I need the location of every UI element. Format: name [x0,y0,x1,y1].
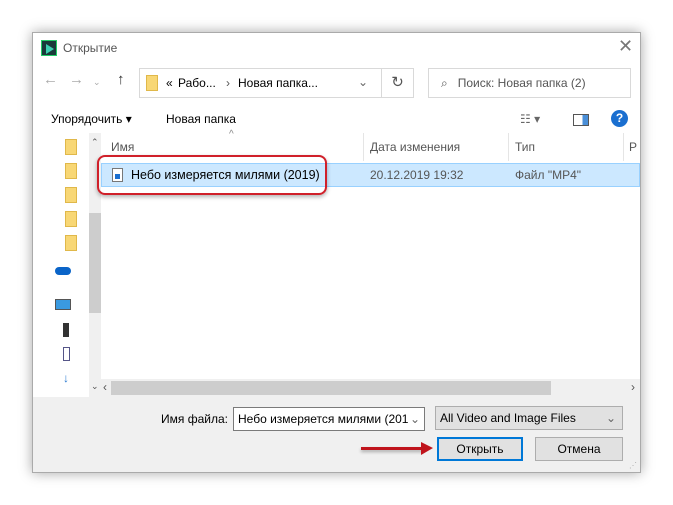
file-type: Файл "MP4" [515,168,582,182]
folder-icon [65,211,77,227]
scroll-left-icon[interactable]: ‹ [103,380,107,394]
window-title: Открытие [63,41,118,55]
help-icon[interactable]: ? [611,110,628,127]
scroll-right-icon[interactable]: › [631,380,635,394]
horizontal-scrollbar-thumb[interactable] [111,381,551,395]
up-icon[interactable]: ↑ [117,71,125,88]
column-header-size[interactable]: Р [629,140,637,154]
downloads-icon: ↓ [63,371,69,385]
address-dropdown-icon[interactable]: ⌄ [358,75,368,89]
address-bar[interactable]: « Рабо... › Новая папка... ⌄ [139,68,414,98]
documents-icon [63,347,70,361]
column-divider[interactable] [363,133,364,161]
open-file-dialog: Открытие ✕ ← → ⌄ ↑ « Рабо... › Новая пап… [32,32,641,473]
cancel-button[interactable]: Отмена [535,437,623,461]
arrow-annotation [361,447,423,450]
search-input[interactable]: ⌕ Поиск: Новая папка (2) [428,68,631,98]
scroll-up-icon[interactable]: ⌃ [91,137,99,148]
app-icon [41,40,57,56]
recent-dropdown-icon[interactable]: ⌄ [93,77,101,88]
file-type-value: All Video and Image Files [440,411,576,425]
filename-input[interactable]: Небо измеряется милями (201 ⌄ [233,407,425,431]
column-header-type[interactable]: Тип [515,140,535,154]
refresh-button[interactable]: ↻ [381,68,414,98]
folder-icon [65,187,77,203]
folder-icon [146,75,158,91]
column-header-name[interactable]: Имя [111,140,134,154]
breadcrumb-2[interactable]: Новая папка... [238,76,318,90]
highlight-annotation [97,155,327,195]
arrow-head-icon [421,442,433,455]
search-placeholder: Поиск: Новая папка (2) [457,76,586,90]
column-header-date[interactable]: Дата изменения [370,140,460,154]
address-prefix: « [166,76,173,90]
column-divider[interactable] [623,133,624,161]
resize-grip-icon[interactable]: ⋰ [629,461,637,470]
sort-asc-icon: ^ [229,129,234,140]
bottom-panel: Имя файла: Небо измеряется милями (201 ⌄ … [33,397,640,472]
back-icon[interactable]: ← [43,71,58,88]
chevron-down-icon[interactable]: ⌄ [410,408,420,430]
filename-value: Небо измеряется милями (201 [238,412,409,426]
organize-button[interactable]: Упорядочить ▾ [51,112,132,126]
nav-scrollbar-thumb[interactable] [89,213,101,313]
new-folder-button[interactable]: Новая папка [166,112,236,126]
folder-icon [65,139,77,155]
chevron-down-icon: ⌄ [605,411,616,425]
this-pc-icon [55,299,71,310]
breadcrumb-1[interactable]: Рабо... [178,76,216,90]
folder-icon [65,235,77,251]
scroll-down-icon[interactable]: ⌄ [91,381,99,392]
folder-icon [65,163,77,179]
close-icon[interactable]: ✕ [618,36,633,57]
breadcrumb-sep: › [226,76,230,90]
onedrive-icon [55,267,71,275]
open-button[interactable]: Открыть [437,437,523,461]
file-date: 20.12.2019 19:32 [370,168,464,182]
forward-icon[interactable]: → [69,71,84,88]
preview-pane-icon[interactable] [573,114,589,126]
filename-label: Имя файла: [161,412,228,426]
file-type-select[interactable]: All Video and Image Files ⌄ [435,406,623,430]
column-divider[interactable] [508,133,509,161]
view-options-icon[interactable]: ☷ ▾ [520,112,540,126]
videos-icon [63,323,69,337]
